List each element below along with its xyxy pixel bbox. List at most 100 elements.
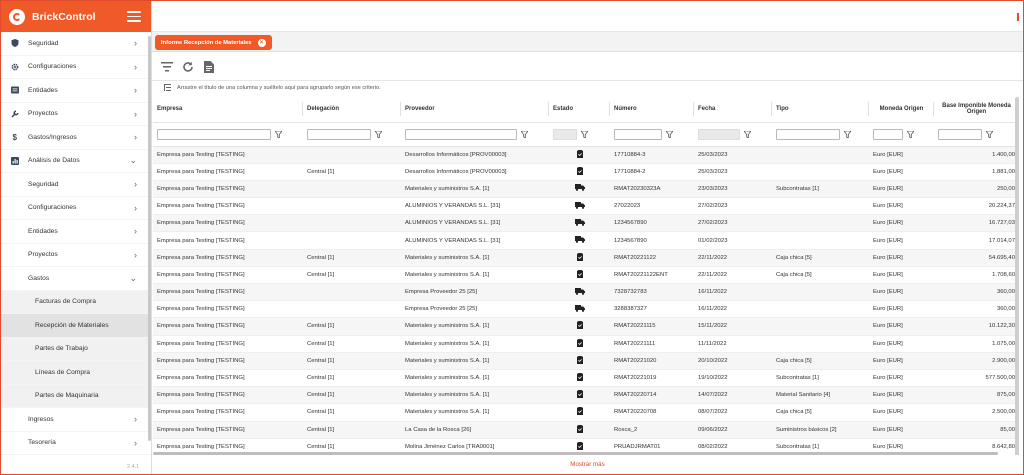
table-row[interactable]: Empresa para Testing [TESTING] Central [1… xyxy=(153,266,1019,285)
chevron-right-icon: › xyxy=(134,414,137,425)
table-row[interactable]: Empresa para Testing [TESTING] Materiales… xyxy=(153,180,1019,199)
table-cell xyxy=(303,300,401,319)
column-header[interactable]: Estado xyxy=(549,96,610,123)
column-header[interactable]: Delegación xyxy=(303,96,401,123)
document-icon[interactable] xyxy=(202,61,215,74)
table-cell: ALUMINIOS Y VERANDAS S.L. [31] xyxy=(401,231,549,250)
table-row[interactable]: Empresa para Testing [TESTING] Central [1… xyxy=(153,386,1019,405)
table-cell: Central [1] xyxy=(303,266,401,285)
table-row[interactable]: Empresa para Testing [TESTING] ALUMINIOS … xyxy=(153,214,1019,233)
column-filter-icon[interactable] xyxy=(581,130,588,138)
column-header[interactable]: Tipo xyxy=(772,96,869,123)
sidebar-item-recepcion-de-materiales[interactable]: Recepción de Materiales xyxy=(1,314,151,338)
grid-vertical-scrollbar[interactable] xyxy=(1015,97,1019,461)
table-cell: 22/11/2022 xyxy=(694,266,772,285)
table-cell: Empresa para Testing [TESTING] xyxy=(153,266,303,285)
column-filter-icon[interactable] xyxy=(844,130,851,138)
document-check-icon xyxy=(549,146,610,164)
column-filter-input[interactable] xyxy=(698,128,740,140)
filter-row xyxy=(153,122,1019,147)
sidebar-item-lineas-de-compra[interactable]: Líneas de Compra xyxy=(1,361,151,385)
table-cell: 577.500,00 xyxy=(934,369,1019,388)
sidebar-item-entidades[interactable]: Entidades › xyxy=(1,220,151,244)
column-header[interactable]: Número xyxy=(610,96,694,123)
sidebar-item-proyectos[interactable]: Proyectos › xyxy=(1,244,151,267)
table-row[interactable]: Empresa para Testing [TESTING] Desarrollo… xyxy=(153,146,1019,164)
table-cell: 14/07/2022 xyxy=(694,386,772,405)
table-row[interactable]: Empresa para Testing [TESTING] Central [1… xyxy=(153,163,1019,181)
table-cell: Central [1] xyxy=(303,386,401,405)
table-row[interactable]: Empresa para Testing [TESTING] Central [1… xyxy=(153,335,1019,353)
column-header[interactable]: Fecha xyxy=(694,96,772,123)
table-row[interactable]: Empresa para Testing [TESTING] Empresa Pr… xyxy=(153,300,1019,319)
truck-icon xyxy=(549,231,610,250)
table-cell: Empresa para Testing [TESTING] xyxy=(153,180,303,199)
table-row[interactable]: Empresa para Testing [TESTING] Central [1… xyxy=(153,369,1019,388)
close-icon[interactable]: × xyxy=(257,38,266,47)
table-cell: Euro [EUR] xyxy=(869,300,934,319)
sidebar-item-seguridad[interactable]: Seguridad › xyxy=(1,32,151,56)
sidebar-scrollbar[interactable] xyxy=(148,36,151,441)
column-filter-input[interactable] xyxy=(873,128,903,140)
table-row[interactable]: Empresa para Testing [TESTING] Central [1… xyxy=(153,352,1019,370)
table-cell: RMAT20230323A xyxy=(610,180,694,199)
sidebar-item-ingresos[interactable]: Ingresos › xyxy=(1,408,151,432)
column-filter-input[interactable] xyxy=(614,128,662,140)
column-header[interactable]: Empresa xyxy=(153,96,303,123)
column-filter-icon[interactable] xyxy=(375,130,382,138)
sidebar-item-gastos[interactable]: Gastos ⌄ xyxy=(1,267,151,291)
hamburger-menu-icon[interactable] xyxy=(127,11,141,22)
chevron-right-icon: › xyxy=(134,108,137,119)
table-cell: 11/11/2022 xyxy=(694,335,772,353)
table-row[interactable]: Empresa para Testing [TESTING] Central [1… xyxy=(153,421,1019,439)
sidebar-item-entidades[interactable]: Entidades › xyxy=(1,79,151,103)
column-filter-input[interactable] xyxy=(307,128,371,140)
sidebar-item-label: Configuraciones xyxy=(28,63,77,71)
chart-icon xyxy=(11,156,19,165)
table-cell: ALUMINIOS Y VERANDAS S.L. [31] xyxy=(401,214,549,233)
document-check-icon xyxy=(549,317,610,336)
table-cell: Euro [EUR] xyxy=(869,317,934,336)
sidebar-item-tesoreria[interactable]: Tesorería › xyxy=(1,432,151,455)
tab-informe-recepcion[interactable]: Informe Recepción de Materiales × xyxy=(155,35,272,50)
sidebar-item-analisis-de-datos[interactable]: Análisis de Datos ⌄ xyxy=(1,150,151,173)
column-filter-icon[interactable] xyxy=(744,130,751,138)
table-row[interactable]: Empresa para Testing [TESTING] Central [1… xyxy=(153,249,1019,267)
sidebar-item-partes-de-maquinaria[interactable]: Partes de Maquinaria xyxy=(1,384,151,408)
show-more-link[interactable]: Mostrar más xyxy=(570,461,604,468)
table-cell: Desarrollos Informáticos [PROV00003] xyxy=(401,146,549,164)
column-filter-icon[interactable] xyxy=(907,130,914,138)
table-row[interactable]: Empresa para Testing [TESTING] Empresa Pr… xyxy=(153,283,1019,302)
column-filter-input[interactable] xyxy=(938,128,982,140)
table-row[interactable]: Empresa para Testing [TESTING] ALUMINIOS … xyxy=(153,231,1019,250)
table-cell: Euro [EUR] xyxy=(869,197,934,216)
column-filter-icon[interactable] xyxy=(986,130,993,138)
column-header[interactable]: Proveedor xyxy=(401,96,549,123)
refresh-icon[interactable] xyxy=(181,61,194,74)
column-header[interactable]: Moneda Origen xyxy=(869,96,934,123)
table-row[interactable]: Empresa para Testing [TESTING] ALUMINIOS … xyxy=(153,197,1019,216)
sidebar-item-partes-de-trabajo[interactable]: Partes de Trabajo xyxy=(1,337,151,361)
table-cell: 16/11/2022 xyxy=(694,283,772,302)
sidebar-item-gastos-ingresos[interactable]: $ Gastos/Ingresos › xyxy=(1,126,151,150)
table-row[interactable]: Empresa para Testing [TESTING] Central [1… xyxy=(153,317,1019,336)
sidebar-item-label: Recepción de Materiales xyxy=(35,321,109,329)
sidebar-item-facturas-de-compra[interactable]: Facturas de Compra xyxy=(1,290,151,314)
sidebar-item-configuraciones[interactable]: Configuraciones › xyxy=(1,56,151,79)
sidebar-item-configuraciones[interactable]: Configuraciones › xyxy=(1,197,151,220)
sidebar-item-seguridad[interactable]: Seguridad › xyxy=(1,173,151,197)
column-filter-input[interactable] xyxy=(776,128,840,140)
column-filter-input[interactable] xyxy=(405,128,517,140)
column-filter-icon[interactable] xyxy=(275,130,282,138)
group-panel[interactable]: Arrastre el título de una columna y suél… xyxy=(164,84,381,91)
sidebar-item-proyectos[interactable]: Proyectos › xyxy=(1,103,151,126)
truck-icon xyxy=(549,300,610,319)
column-filter-icon[interactable] xyxy=(666,130,673,138)
column-filter-input[interactable] xyxy=(553,128,577,140)
table-row[interactable]: Empresa para Testing [TESTING] Central [1… xyxy=(153,403,1019,422)
table-cell: RMAT20221111 xyxy=(610,335,694,353)
column-filter-input[interactable] xyxy=(157,128,271,140)
column-filter-icon[interactable] xyxy=(521,130,528,138)
filter-icon[interactable] xyxy=(160,61,173,74)
column-header[interactable]: Base Imponible Moneda Origen xyxy=(934,96,1019,123)
